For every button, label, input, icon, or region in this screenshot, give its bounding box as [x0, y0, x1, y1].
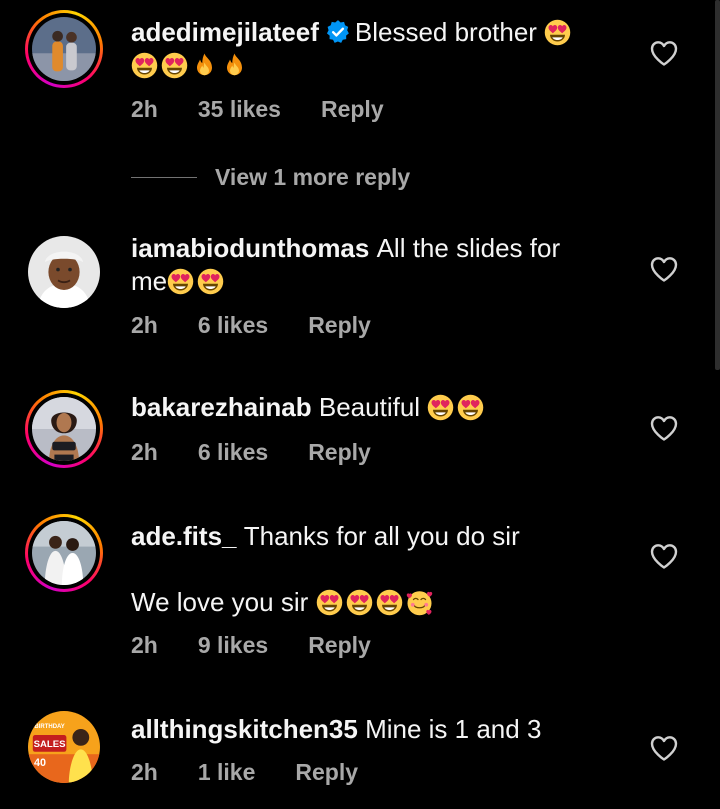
heart-eyes-emoji [161, 52, 188, 79]
comment-text: Mine is 1 and 3 [365, 714, 542, 744]
avatar-story-ring[interactable] [25, 514, 103, 592]
heart-eyes-emoji [376, 589, 403, 616]
comment-text-continued: me [131, 266, 168, 296]
heart-outline-icon[interactable] [650, 256, 678, 282]
likes-count[interactable]: 1 like [198, 759, 256, 786]
comment-time: 2h [131, 759, 158, 785]
username[interactable]: allthingskitchen35 [131, 714, 358, 744]
reply-button[interactable]: Reply [308, 632, 371, 659]
verified-badge-icon [326, 20, 349, 43]
likes-count[interactable]: 35 likes [198, 96, 281, 123]
heart-eyes-emoji [427, 394, 454, 421]
comment-time: 2h [131, 312, 158, 338]
heart-eyes-emoji [167, 268, 194, 295]
heart-outline-icon[interactable] [650, 40, 678, 66]
username[interactable]: bakarezhainab [131, 392, 312, 422]
reply-button[interactable]: Reply [308, 439, 371, 466]
reply-button[interactable]: Reply [295, 759, 358, 786]
heart-outline-icon[interactable] [650, 543, 678, 569]
heart-eyes-emoji [457, 394, 484, 421]
comment-text: All the slides for [376, 233, 561, 263]
view-more-replies-label[interactable]: View 1 more reply [215, 164, 410, 191]
heart-eyes-emoji [544, 19, 571, 46]
comment-time: 2h [131, 96, 158, 122]
reply-button[interactable]: Reply [308, 312, 371, 339]
username[interactable]: ade.fits_ [131, 521, 237, 551]
avatar-wrap[interactable]: BIRTHDAY SALES 40 [25, 708, 103, 786]
avatar [28, 236, 100, 308]
avatar-text-sales: SALES [34, 739, 67, 750]
avatar-story-ring[interactable] [25, 10, 103, 88]
heart-eyes-emoji [197, 268, 224, 295]
avatar: BIRTHDAY SALES 40 [28, 711, 100, 783]
avatar-text-birthday: BIRTHDAY [34, 724, 64, 730]
smiling-face-with-hearts-emoji [406, 589, 433, 616]
divider-line [131, 177, 197, 178]
username[interactable]: iamabiodunthomas [131, 233, 369, 263]
comment-text: Thanks for all you do sir [243, 521, 520, 551]
avatar [32, 17, 96, 81]
avatar [32, 397, 96, 461]
view-more-replies[interactable]: View 1 more reply [131, 164, 410, 191]
avatar-wrap[interactable] [25, 233, 103, 311]
username[interactable]: adedimejilateef [131, 17, 319, 47]
heart-outline-icon[interactable] [650, 735, 678, 761]
heart-eyes-emoji [346, 589, 373, 616]
comment-time: 2h [131, 632, 158, 658]
heart-outline-icon[interactable] [650, 415, 678, 441]
avatar-text-number: 40 [34, 757, 46, 769]
fire-emoji [191, 52, 218, 79]
reply-button[interactable]: Reply [321, 96, 384, 123]
avatar-story-ring[interactable] [25, 390, 103, 468]
fire-emoji [221, 52, 248, 79]
comment-text: Blessed brother [354, 17, 537, 47]
likes-count[interactable]: 6 likes [198, 439, 268, 466]
likes-count[interactable]: 6 likes [198, 312, 268, 339]
comment-text: Beautiful [318, 392, 421, 422]
scrollbar[interactable] [715, 0, 720, 370]
heart-eyes-emoji [316, 589, 343, 616]
avatar [32, 521, 96, 585]
heart-eyes-emoji [131, 52, 158, 79]
comment-time: 2h [131, 439, 158, 465]
comment-text-continued: We love you sir [131, 587, 309, 617]
likes-count[interactable]: 9 likes [198, 632, 268, 659]
